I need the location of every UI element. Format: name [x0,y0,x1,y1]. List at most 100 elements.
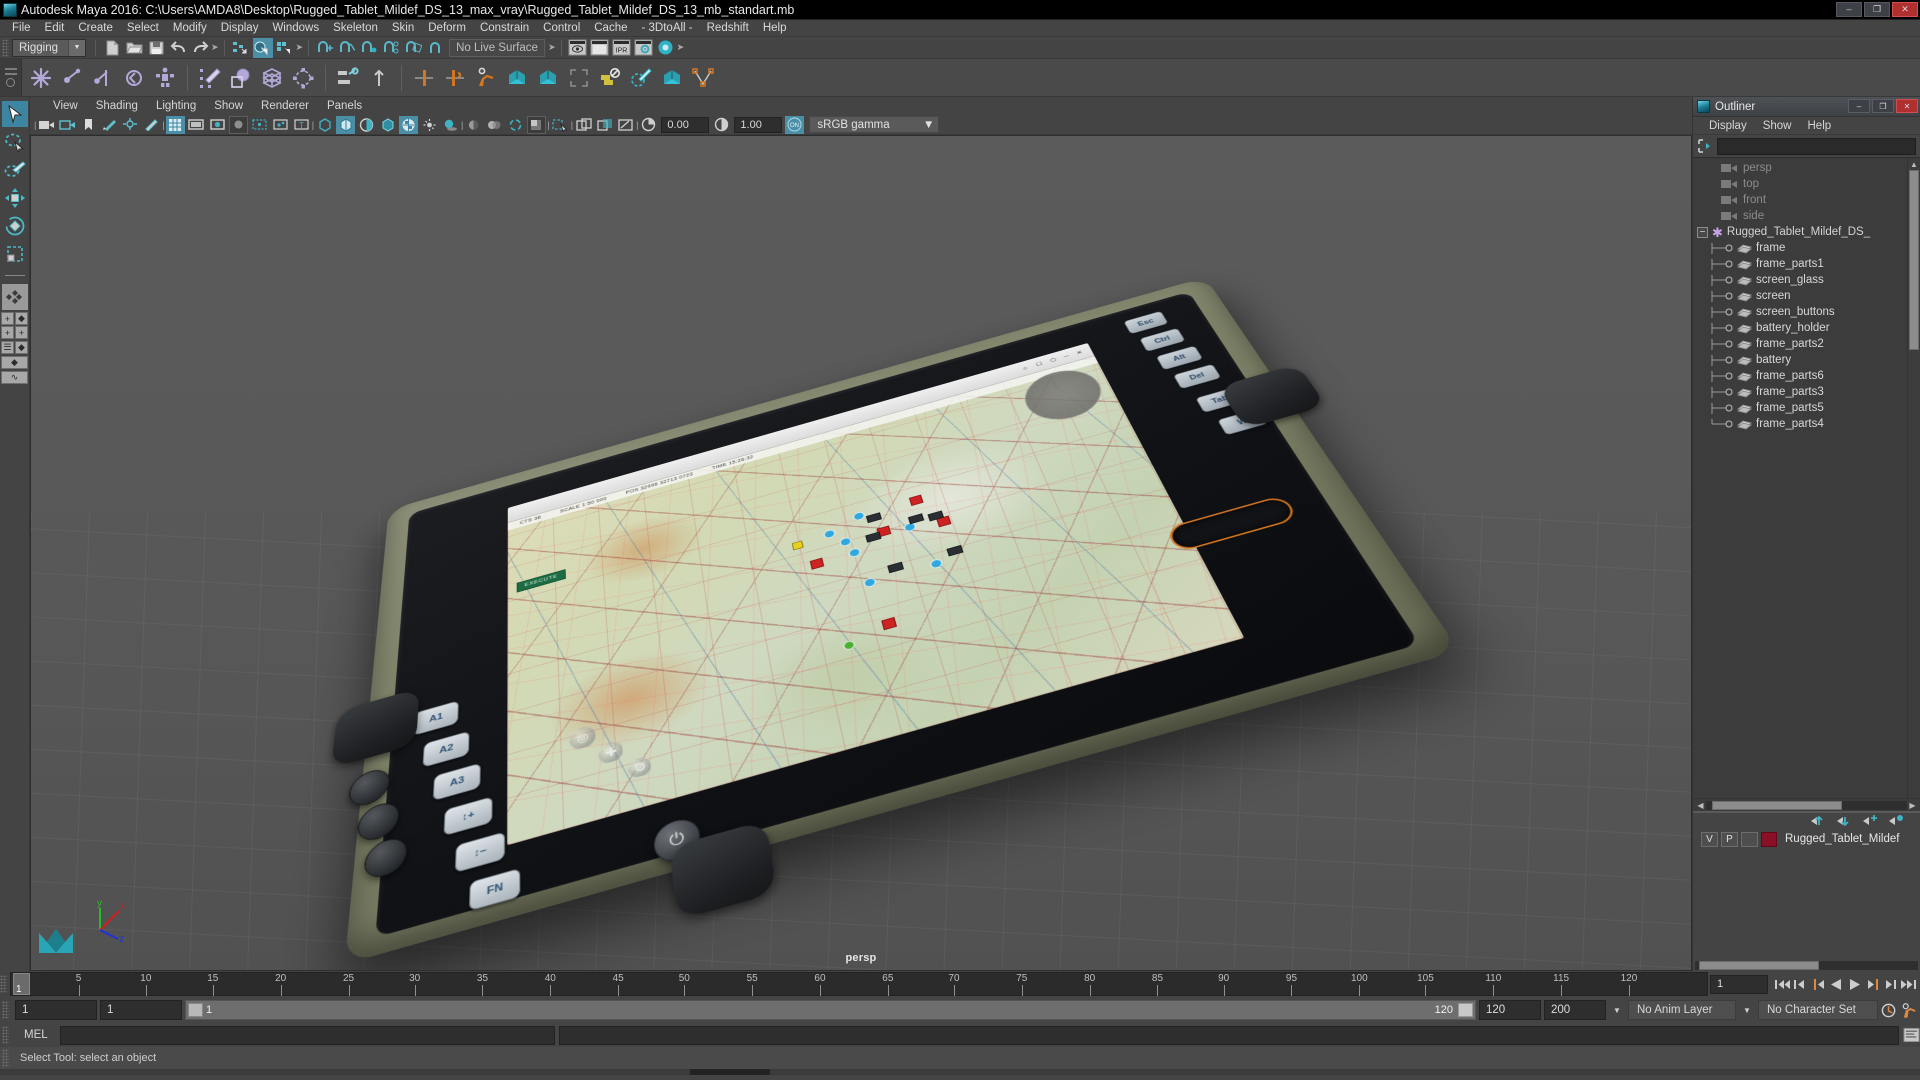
four-view-layout-icon[interactable]: + [1,312,14,325]
outliner-item-battery-holder[interactable]: battery_holder [1693,320,1920,336]
time-slider-track[interactable]: 1 5 10 15 20 25 30 35 40 45 50 55 60 65 … [10,972,1708,996]
menu-help[interactable]: Help [756,20,794,37]
outliner-item-front[interactable]: front [1693,192,1920,208]
grease-pencil-icon[interactable] [142,116,161,134]
select-tool-icon[interactable] [1,101,28,127]
outliner-item-top[interactable]: top [1693,176,1920,192]
outliner-item-frame-parts5[interactable]: frame_parts5 [1693,400,1920,416]
chevron-down-icon[interactable]: ▼ [68,39,85,56]
hypershade-layout-icon[interactable]: ☰ [1,341,14,354]
two-stacked-layout-icon[interactable]: + [15,326,28,339]
resolution-gate-icon[interactable] [208,116,227,134]
duplicate-disabled-icon[interactable] [595,62,625,94]
layer-state-toggle[interactable] [1741,831,1758,847]
bookmark-icon[interactable] [79,116,98,134]
outliner-item-frame-parts3[interactable]: frame_parts3 [1693,384,1920,400]
insert-joint-icon[interactable] [119,62,149,94]
menu-deform[interactable]: Deform [421,20,473,37]
snap-to-view-plane-icon[interactable] [403,38,423,58]
animation-preferences-icon[interactable] [1901,1000,1918,1020]
outliner-menu-bar[interactable]: Display Show Help [1693,117,1920,135]
render-settings-icon[interactable] [634,38,654,58]
paint-select-tool-icon[interactable] [2,157,28,183]
chevron-down-icon[interactable]: ▼ [1609,1006,1625,1015]
snap-to-projected-center-icon[interactable] [381,38,401,58]
prev-key-icon[interactable] [1810,974,1827,994]
lattice-deformer-icon[interactable] [257,62,287,94]
shelf-toolbar[interactable] [0,59,1920,97]
outliner-item-screen[interactable]: screen [1693,288,1920,304]
tool-box[interactable]: + ◆ + + ☰ ◆ ◆ ∿ [0,97,30,971]
outliner-vertical-scrollbar[interactable]: ▲ [1907,158,1920,798]
expand-arrow-icon[interactable]: ➤ [677,42,685,53]
two-pane-layout-icon[interactable]: + [1,326,14,339]
layout-presets-2[interactable]: ☰ ◆ [1,341,28,354]
scrollbar-thumb[interactable] [1909,170,1919,350]
persp-outliner-layout-icon[interactable]: ◆ [15,312,28,325]
anim-start-field[interactable]: 1 [15,1000,97,1020]
auto-keyframe-toggle-icon[interactable] [1881,1000,1898,1020]
menu-skin[interactable]: Skin [385,20,421,37]
mesh-object-icon[interactable] [502,62,532,94]
create-ik-spline-icon[interactable] [88,62,118,94]
mesh-object-icon[interactable] [657,62,687,94]
menu-control[interactable]: Control [536,20,587,37]
image-plane-icon[interactable] [100,116,119,134]
range-slider-track[interactable]: 1 120 [185,1000,1476,1020]
playback-controls[interactable]: 1 [1710,974,1920,994]
smooth-shade-icon[interactable] [336,115,356,134]
show-grid-icon[interactable] [165,115,185,134]
collapse-toggle-icon[interactable]: − [1697,226,1708,238]
shadows-icon[interactable] [441,116,460,134]
step-forward-icon[interactable] [1882,974,1899,994]
scrollbar-trough[interactable] [1706,800,1907,810]
toggle-render-view-icon[interactable] [656,38,676,58]
maximize-button[interactable]: ❐ [1864,2,1890,17]
rotate-tool-icon[interactable] [2,213,28,239]
quick-rig-icon[interactable] [150,62,180,94]
go-to-end-icon[interactable] [1900,974,1917,994]
paint-select-icon[interactable] [626,62,656,94]
outliner-item-persp[interactable]: persp [1693,160,1920,176]
color-management-toggle[interactable]: ON [785,115,805,134]
layer-list[interactable] [1693,848,1920,959]
scrollbar-trough[interactable] [1695,960,1918,970]
display-textures-icon[interactable] [574,116,593,134]
viewport-menu-lighting[interactable]: Lighting [147,97,205,115]
outliner-item-frame[interactable]: frame [1693,240,1920,256]
point-constraint-icon[interactable] [364,62,394,94]
timeline-area[interactable]: 1 5 10 15 20 25 30 35 40 45 50 55 60 65 … [0,971,1920,1023]
sync-selection-icon[interactable] [1697,138,1713,154]
outliner-item-screen-glass[interactable]: screen_glass [1693,272,1920,288]
create-parent-locator-icon[interactable] [440,62,470,94]
render-sequence-icon[interactable] [590,38,610,58]
go-to-start-icon[interactable] [1774,974,1791,994]
shelf-menu-icon[interactable] [4,68,17,70]
create-curve-icon[interactable] [688,62,718,94]
toolbar-grip[interactable] [2,38,9,57]
snap-to-point-icon[interactable] [359,38,379,58]
outliner-item-battery[interactable]: battery [1693,352,1920,368]
chevron-down-icon[interactable]: ▼ [1739,1006,1755,1015]
redo-icon[interactable] [190,38,210,58]
range-slider[interactable]: 1 1 1 120 120 200 ▼ No Anim Layer ▼ No C… [0,997,1920,1023]
viewport-toolbar[interactable]: | | T | | | | | 0.00 1.00 ON sRGB gamma … [30,115,1692,135]
toolbar-grip[interactable] [0,975,7,993]
toolbar-grip[interactable] [2,1049,9,1067]
outliner-item-screen-buttons[interactable]: screen_buttons [1693,304,1920,320]
toolbar-grip[interactable] [2,1026,9,1044]
expand-arrow-icon[interactable]: ➤ [296,42,304,53]
move-layer-up-icon[interactable] [1810,814,1826,830]
outliner-item-frame-parts2[interactable]: frame_parts2 [1693,336,1920,352]
texture-toggle-icon[interactable]: T [292,116,311,134]
menu-edit[interactable]: Edit [38,20,72,37]
play-forwards-icon[interactable] [1846,974,1863,994]
viewport-menu-view[interactable]: View [44,97,87,115]
current-time-indicator[interactable]: 1 [13,973,30,995]
outliner-panel[interactable]: Outliner – ❐ ✕ Display Show Help persp t… [1692,97,1920,971]
time-slider[interactable]: 1 5 10 15 20 25 30 35 40 45 50 55 60 65 … [0,971,1920,997]
viewport-menu-show[interactable]: Show [205,97,252,115]
layer-row[interactable]: V P Rugged_Tablet_Mildef [1693,830,1920,848]
isolate-select-icon[interactable] [551,116,570,134]
shade-all-icon[interactable] [357,116,376,134]
